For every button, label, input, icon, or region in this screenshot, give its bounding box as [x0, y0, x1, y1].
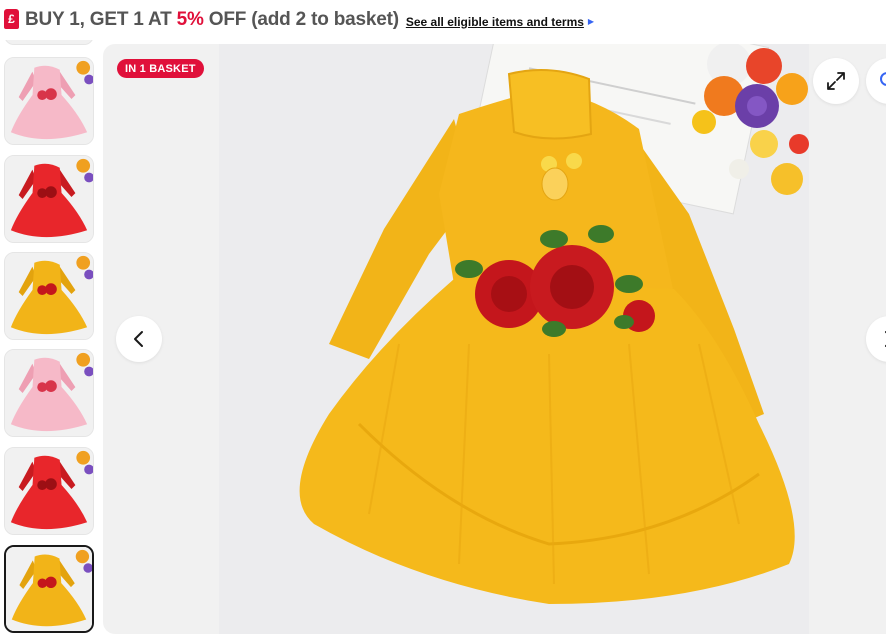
promo-banner: £ BUY 1, GET 1 AT 5% OFF (add 2 to baske…: [0, 0, 886, 40]
thumbnail-7-selected[interactable]: [4, 545, 94, 633]
see-eligible-items-link[interactable]: See all eligible items and terms: [406, 15, 584, 29]
previous-image-button[interactable]: [116, 316, 162, 362]
next-image-button[interactable]: [866, 316, 886, 362]
expand-image-button[interactable]: [813, 58, 859, 104]
expand-icon: [827, 72, 845, 90]
promo-text-highlight: 5%: [176, 9, 204, 30]
mandarin-collar: [507, 69, 593, 140]
thumbnail-2[interactable]: [4, 57, 94, 145]
main-product-image[interactable]: [219, 44, 809, 634]
dress-illustration: [219, 44, 809, 634]
thumbnail-6[interactable]: [4, 447, 94, 535]
promo-tag-icon: £: [4, 9, 19, 29]
thumbnail-4[interactable]: [4, 252, 94, 340]
zoom-image-button[interactable]: [866, 58, 886, 104]
arrow-right-icon: ▶: [587, 17, 595, 26]
thumbnail-1[interactable]: [4, 40, 94, 45]
thumbnail-5[interactable]: [4, 349, 94, 437]
promo-text: BUY 1, GET 1 AT 5% OFF (add 2 to basket): [25, 9, 399, 31]
promo-text-before: BUY 1, GET 1 AT: [25, 9, 177, 30]
thumbnail-list: [4, 40, 96, 638]
chevron-right-icon: [885, 331, 886, 347]
search-icon: [880, 72, 886, 86]
promo-text-after: OFF (add 2 to basket): [203, 9, 399, 30]
chevron-left-icon: [134, 331, 143, 347]
thumbnail-3[interactable]: [4, 155, 94, 243]
in-basket-badge: IN 1 BASKET: [117, 59, 204, 78]
image-gallery: IN 1 BASKET: [103, 44, 886, 634]
